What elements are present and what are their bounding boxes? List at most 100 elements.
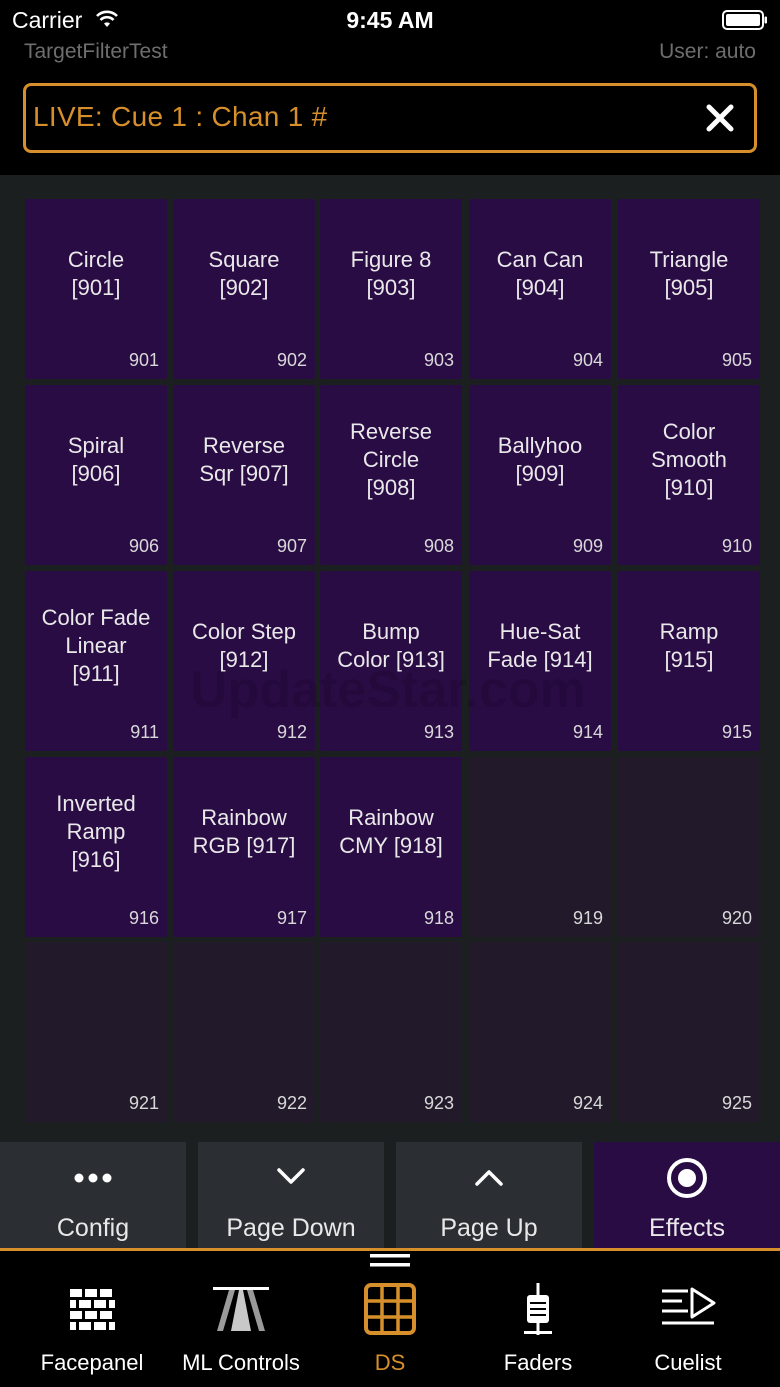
more-dots-icon — [74, 1173, 112, 1183]
effect-tile[interactable]: Color Smooth [910] 910 — [618, 385, 760, 565]
effect-tile-label: Spiral [906] — [67, 433, 125, 486]
effect-tile-label — [469, 757, 611, 907]
effect-tile[interactable]: 919 — [469, 757, 611, 937]
effect-tile-label: Color Fade Linear [911] — [41, 605, 151, 686]
tab-faders[interactable]: Faders — [463, 1251, 613, 1387]
effect-tile[interactable]: Ballyhoo [909] 909 — [469, 385, 611, 565]
effect-tile[interactable]: 923 — [320, 942, 462, 1122]
effect-tile[interactable]: Can Can [904] 904 — [469, 199, 611, 379]
effect-tile-number: 916 — [128, 908, 159, 928]
cuelist-icon — [662, 1287, 716, 1325]
effect-tile[interactable]: Square [902] 902 — [173, 199, 315, 379]
config-button[interactable]: Config — [0, 1142, 186, 1250]
effect-tile-number: 902 — [276, 350, 307, 370]
effect-tile-label — [469, 942, 611, 1092]
effect-tile-label: Ramp [915] — [659, 619, 719, 672]
tab-cuelist-label: Cuelist — [654, 1350, 722, 1375]
command-line[interactable]: LIVE: Cue 1 : Chan 1 # — [23, 83, 757, 153]
config-button-label: Config — [56, 1214, 130, 1242]
tab-ds[interactable]: DS — [315, 1251, 465, 1387]
effect-tile-label — [320, 942, 462, 1092]
effect-tile-label: Ballyhoo [909] — [497, 433, 583, 486]
fader-icon — [524, 1283, 552, 1335]
effect-tile-label: Inverted Ramp [916] — [56, 791, 136, 872]
effect-tile[interactable]: Rainbow CMY [918] 918 — [320, 757, 462, 937]
clock: 9:45 AM — [346, 7, 434, 33]
effect-tile[interactable]: Circle [901] 901 — [25, 199, 167, 379]
page-up-button[interactable]: Page Up — [396, 1142, 582, 1250]
effect-tile[interactable]: Rainbow RGB [917] 917 — [173, 757, 315, 937]
page-down-button[interactable]: Page Down — [198, 1142, 384, 1250]
tab-cuelist[interactable]: Cuelist — [613, 1251, 763, 1387]
effect-tile-label: Reverse Circle [908] — [350, 419, 432, 500]
effect-tile[interactable]: Reverse Sqr [907] 907 — [173, 385, 315, 565]
effect-tile-number: 922 — [276, 1093, 307, 1113]
effect-tile-label: Bump Color [913] — [337, 619, 445, 672]
effect-tile-label — [25, 942, 167, 1092]
effect-tile[interactable]: 924 — [469, 942, 611, 1122]
effect-tile-label: Reverse Sqr [907] — [199, 433, 289, 486]
command-line-text: LIVE: Cue 1 : Chan 1 # — [33, 101, 328, 132]
effects-button-label: Effects — [649, 1214, 725, 1242]
effect-tile-number: 921 — [128, 1093, 159, 1113]
effect-tile[interactable]: 922 — [173, 942, 315, 1122]
drag-handle-icon[interactable] — [370, 1251, 410, 1271]
effect-tile[interactable]: 920 — [618, 757, 760, 937]
effect-tile-number: 920 — [721, 908, 752, 928]
effect-tile-number: 906 — [128, 536, 159, 556]
effect-tile-label: Color Smooth [910] — [651, 419, 727, 500]
effect-tile-number: 909 — [572, 536, 603, 556]
effect-tile[interactable]: Hue-Sat Fade [914] 914 — [469, 571, 611, 751]
tab-ml-controls[interactable]: ML Controls — [166, 1251, 316, 1387]
facepanel-icon — [70, 1289, 115, 1330]
effect-tile-number: 917 — [276, 908, 307, 928]
effect-tile-number: 905 — [721, 350, 752, 370]
effect-tile-label: Triangle [905] — [649, 247, 729, 300]
tab-facepanel[interactable]: Facepanel — [17, 1251, 167, 1387]
effect-tile[interactable]: 921 — [25, 942, 167, 1122]
page-up-button-label: Page Up — [440, 1214, 538, 1242]
effect-tile-label: Color Step [912] — [192, 619, 296, 672]
effect-tile[interactable]: Spiral [906] 906 — [25, 385, 167, 565]
effect-tile-number: 915 — [721, 722, 752, 742]
effect-tile[interactable]: Bump Color [913] 913 — [320, 571, 462, 751]
effect-tile-label: Rainbow RGB [917] — [192, 805, 296, 858]
effect-tile-label — [618, 757, 760, 907]
effect-tile[interactable]: 925 — [618, 942, 760, 1122]
tab-ml-controls-label: ML Controls — [182, 1350, 300, 1375]
effect-tile-number: 904 — [572, 350, 603, 370]
tab-faders-label: Faders — [503, 1350, 573, 1375]
effect-tile-label: Hue-Sat Fade [914] — [487, 619, 593, 672]
effect-tile[interactable]: Inverted Ramp [916] 916 — [25, 757, 167, 937]
effect-tile[interactable]: Color Fade Linear [911] 911 — [25, 571, 167, 751]
effect-tile-number: 912 — [276, 722, 307, 742]
effect-tile-number: 910 — [721, 536, 752, 556]
effect-tile-label — [173, 942, 315, 1092]
battery-icon — [722, 10, 767, 30]
effect-tile-number: 918 — [423, 908, 454, 928]
effect-tile-number: 913 — [423, 722, 454, 742]
effect-tile[interactable]: Figure 8 [903] 903 — [320, 199, 462, 379]
effect-tile-number: 911 — [130, 722, 159, 742]
effect-tile-label — [618, 942, 760, 1092]
header: TargetFilterTest User: auto LIVE: Cue 1 … — [0, 40, 780, 175]
close-icon[interactable] — [700, 98, 740, 138]
page-down-button-label: Page Down — [226, 1214, 356, 1242]
effect-tile-label: Can Can [904] — [496, 247, 584, 300]
effect-tile[interactable]: Ramp [915] 915 — [618, 571, 760, 751]
effect-tile-number: 925 — [721, 1093, 752, 1113]
tab-bar: Facepanel ML Controls DS Faders Cuelist — [0, 1251, 780, 1387]
show-name: TargetFilterTest — [24, 40, 168, 63]
chevron-up-icon — [475, 1170, 503, 1186]
effects-button[interactable]: Effects — [594, 1142, 780, 1250]
effect-tile-label: Square [902] — [208, 247, 280, 300]
effect-tile[interactable]: Triangle [905] 905 — [618, 199, 760, 379]
effects-circle-icon — [667, 1158, 707, 1198]
effect-tile[interactable]: Reverse Circle [908] 908 — [320, 385, 462, 565]
effect-tile-number: 914 — [572, 722, 603, 742]
ml-controls-icon — [213, 1287, 269, 1331]
effect-tile-number: 908 — [423, 536, 454, 556]
effect-tile-number: 903 — [423, 350, 454, 370]
effect-tile[interactable]: Color Step [912] 912 — [173, 571, 315, 751]
effect-tile-number: 924 — [572, 1093, 603, 1113]
